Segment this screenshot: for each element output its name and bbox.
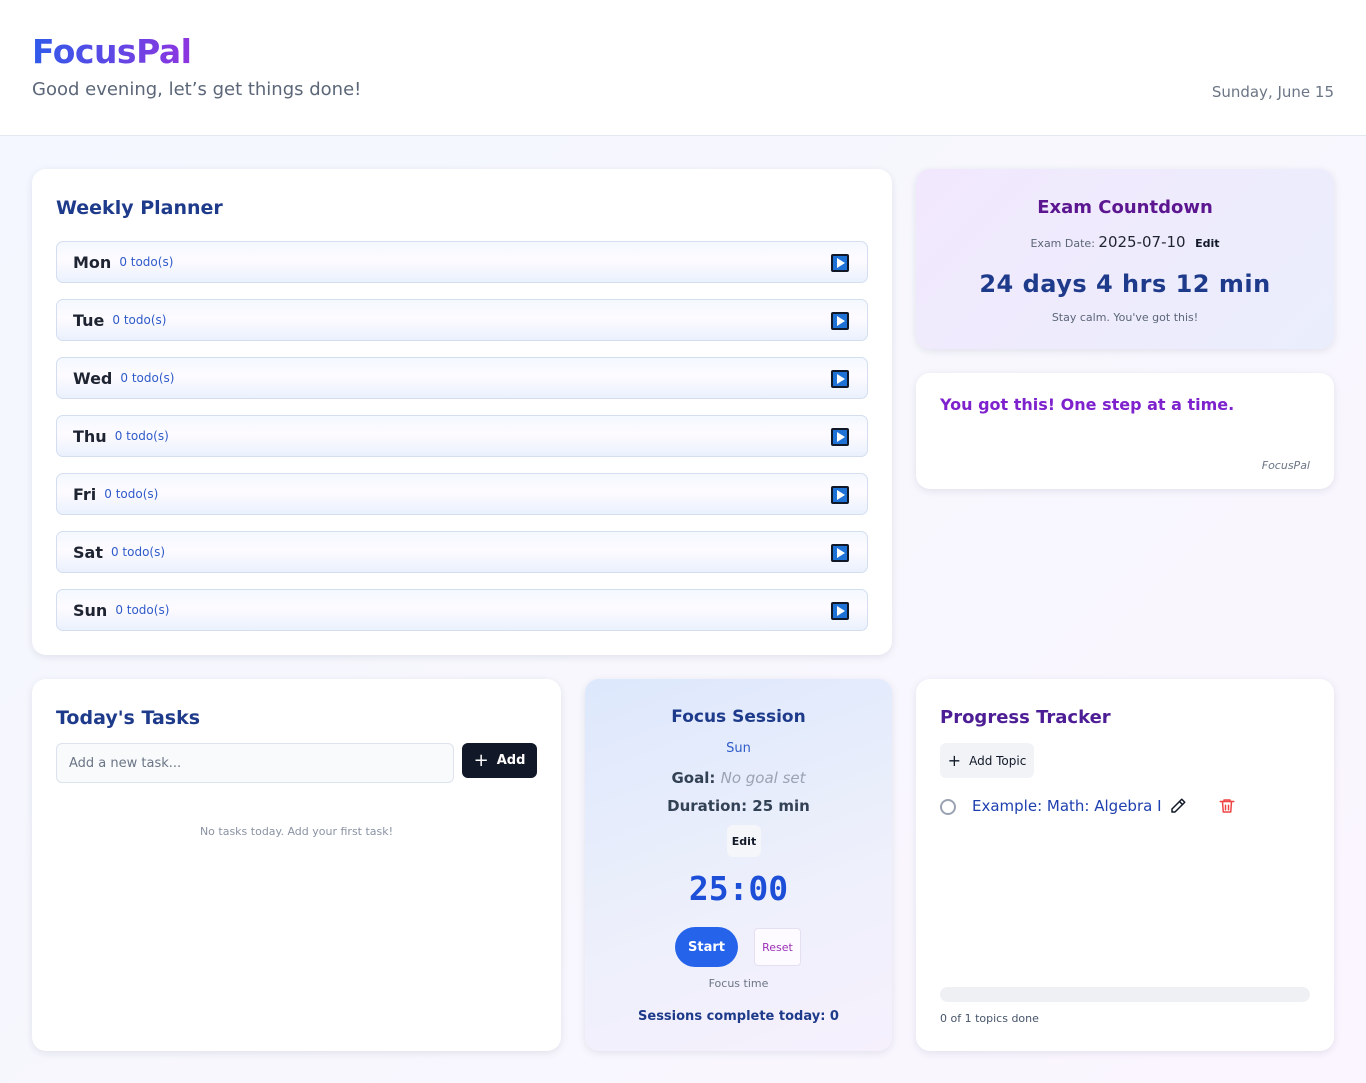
exam-date-value: 2025-07-10 xyxy=(1098,233,1186,251)
add-task-button[interactable]: + Add xyxy=(462,743,537,778)
motivation-source: FocusPal xyxy=(1261,459,1310,472)
weekly-planner-title: Weekly Planner xyxy=(56,197,223,219)
day-todo-count: 0 todo(s) xyxy=(112,313,167,327)
greeting-text: Good evening, let’s get things done! xyxy=(32,79,362,100)
reset-button[interactable]: Reset xyxy=(754,928,801,966)
app-header: FocusPal Good evening, let’s get things … xyxy=(0,0,1366,136)
day-name: Wed xyxy=(73,368,113,388)
day-row-thu[interactable]: Thu 0 todo(s) xyxy=(56,415,868,457)
countdown-value: 24 days 4 hrs 12 min xyxy=(979,270,1271,298)
weekly-planner-card: Weekly Planner Mon 0 todo(s) Tue 0 todo(… xyxy=(32,169,892,655)
play-icon[interactable] xyxy=(831,544,849,562)
day-row-mon[interactable]: Mon 0 todo(s) xyxy=(56,241,868,283)
progress-tracker-card: Progress Tracker + Add Topic Example: Ma… xyxy=(916,679,1334,1051)
day-name: Sat xyxy=(73,542,103,562)
day-row-sun[interactable]: Sun 0 todo(s) xyxy=(56,589,868,631)
play-icon[interactable] xyxy=(831,370,849,388)
day-name: Thu xyxy=(73,426,107,446)
day-row-tue[interactable]: Tue 0 todo(s) xyxy=(56,299,868,341)
day-todo-count: 0 todo(s) xyxy=(104,487,159,501)
sessions-complete: Sessions complete today: 0 xyxy=(638,1009,839,1024)
day-name: Fri xyxy=(73,484,97,504)
progress-bar xyxy=(940,987,1310,1002)
day-row-wed[interactable]: Wed 0 todo(s) xyxy=(56,357,868,399)
day-row-fri[interactable]: Fri 0 todo(s) xyxy=(56,473,868,515)
progress-summary: 0 of 1 topics done xyxy=(940,1012,1039,1025)
focus-session-card: Focus Session Sun Goal: No goal set Dura… xyxy=(585,679,892,1051)
exam-date-edit-button[interactable]: Edit xyxy=(1195,237,1219,250)
trash-icon[interactable] xyxy=(1218,797,1236,815)
current-date: Sunday, June 15 xyxy=(1211,83,1334,101)
play-icon[interactable] xyxy=(831,312,849,330)
focus-edit-button[interactable]: Edit xyxy=(727,825,761,857)
plus-icon: + xyxy=(473,749,489,771)
todays-tasks-card: Today's Tasks + Add No tasks today. Add … xyxy=(32,679,561,1051)
topic-name: Example: Math: Algebra I xyxy=(972,797,1162,815)
topic-checkbox[interactable] xyxy=(940,799,956,815)
exam-countdown-title: Exam Countdown xyxy=(1037,197,1213,218)
play-icon[interactable] xyxy=(831,428,849,446)
focus-session-title: Focus Session xyxy=(671,707,806,727)
add-topic-label: Add Topic xyxy=(969,753,1027,768)
play-icon[interactable] xyxy=(831,254,849,272)
exam-date-row: Exam Date: 2025-07-10 Edit xyxy=(916,233,1334,251)
todays-tasks-title: Today's Tasks xyxy=(56,707,201,729)
focus-mode-label: Focus time xyxy=(708,977,769,990)
countdown-message: Stay calm. You've got this! xyxy=(1051,311,1199,324)
pencil-icon[interactable] xyxy=(1169,797,1187,815)
motivation-card: You got this! One step at a time. FocusP… xyxy=(916,373,1334,489)
day-name: Mon xyxy=(73,252,112,272)
focus-duration: Duration: 25 min xyxy=(667,797,810,815)
day-todo-count: 0 todo(s) xyxy=(115,603,170,617)
empty-tasks-message: No tasks today. Add your first task! xyxy=(199,825,394,838)
motivation-quote: You got this! One step at a time. xyxy=(940,395,1235,414)
day-row-sat[interactable]: Sat 0 todo(s) xyxy=(56,531,868,573)
focus-goal-label: Goal: xyxy=(671,769,716,787)
new-task-input[interactable] xyxy=(56,743,454,783)
day-todo-count: 0 todo(s) xyxy=(119,255,174,269)
play-icon[interactable] xyxy=(831,486,849,504)
exam-date-label: Exam Date: xyxy=(1030,237,1095,250)
day-todo-count: 0 todo(s) xyxy=(120,371,175,385)
add-task-label: Add xyxy=(496,753,526,768)
day-todo-count: 0 todo(s) xyxy=(110,545,166,559)
focus-day: Sun xyxy=(726,741,751,756)
plus-icon: + xyxy=(947,750,962,770)
focus-goal: Goal: No goal set xyxy=(585,769,892,787)
progress-tracker-title: Progress Tracker xyxy=(940,707,1111,728)
start-button[interactable]: Start xyxy=(675,927,738,967)
day-name: Tue xyxy=(73,310,105,330)
add-topic-button[interactable]: + Add Topic xyxy=(940,743,1034,778)
day-todo-count: 0 todo(s) xyxy=(114,429,169,443)
focus-timer: 25:00 xyxy=(688,869,789,908)
focus-goal-value: No goal set xyxy=(720,769,806,787)
day-name: Sun xyxy=(73,600,108,620)
play-icon[interactable] xyxy=(831,602,849,620)
exam-countdown-card: Exam Countdown Exam Date: 2025-07-10 Edi… xyxy=(916,169,1334,349)
brand-logo: FocusPal xyxy=(32,32,192,71)
